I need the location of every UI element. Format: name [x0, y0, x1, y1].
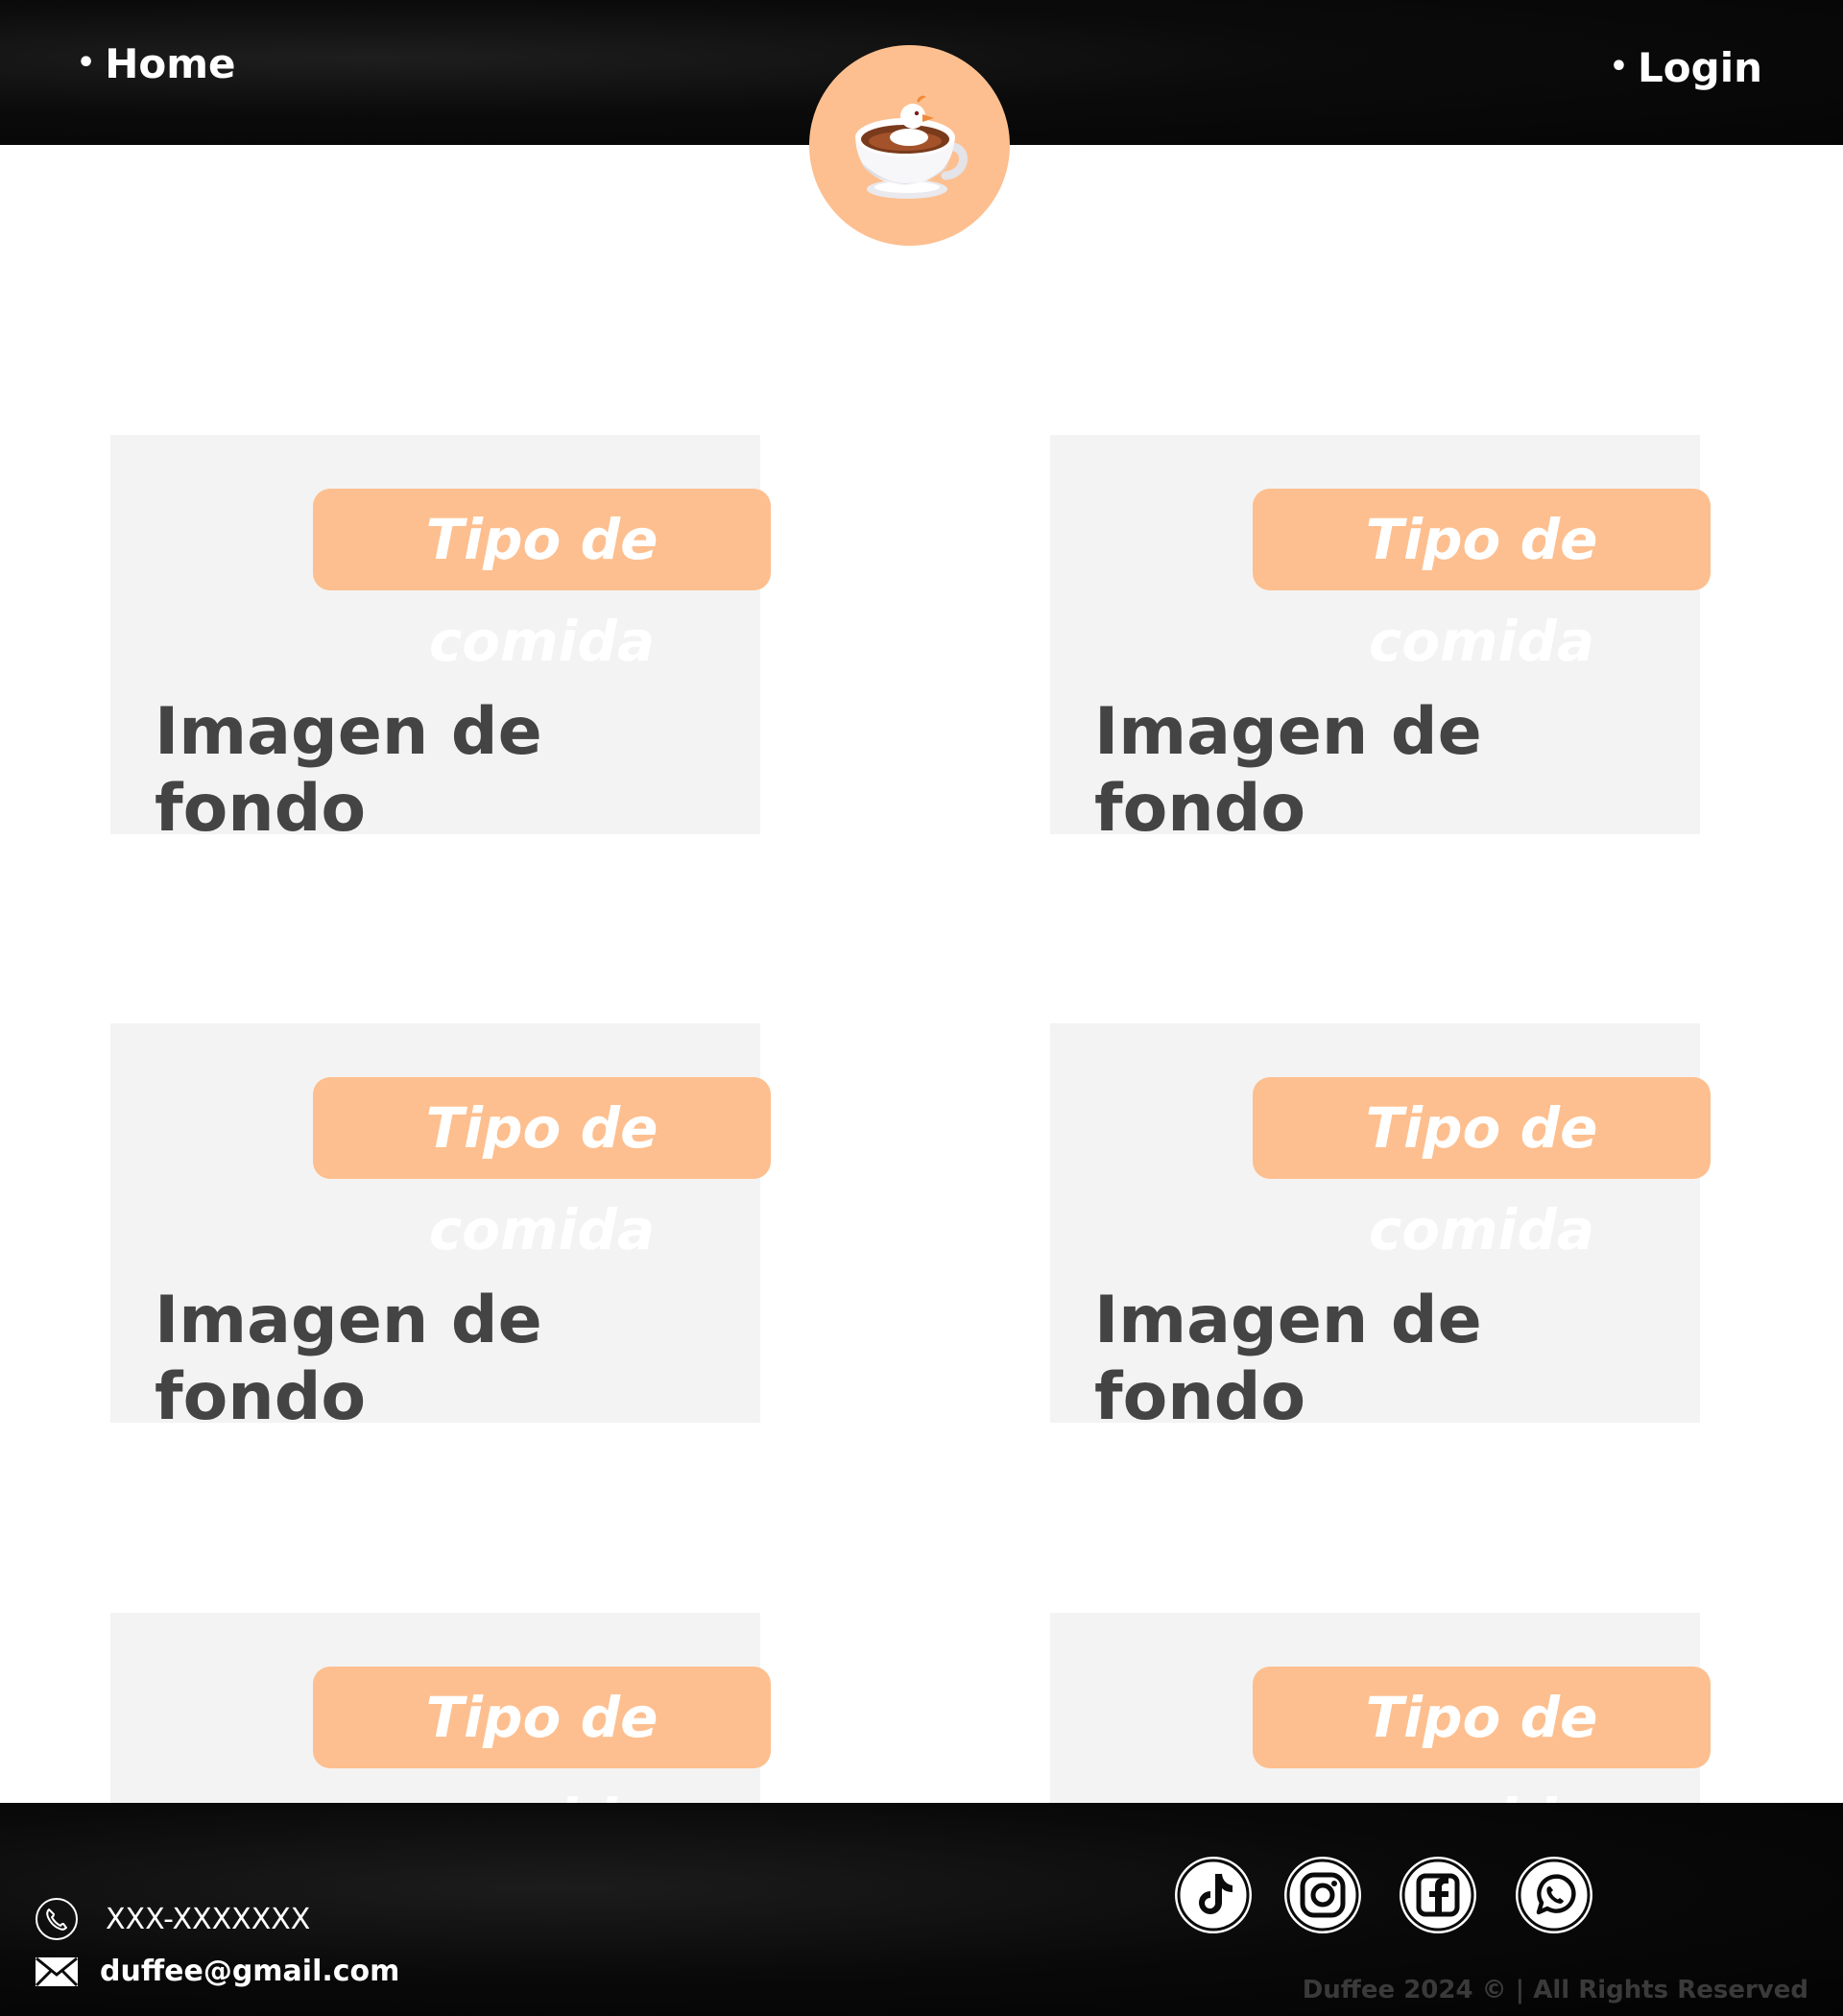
phone-number: XXX-XXXXXXX	[106, 1902, 311, 1936]
instagram-link[interactable]	[1284, 1857, 1361, 1933]
nav-login-link[interactable]: • Login	[1610, 44, 1762, 91]
card-background-caption: Imagen de fondo	[1094, 694, 1482, 847]
nav-home-label: Home	[105, 40, 236, 87]
email-address: duffee@gmail.com	[100, 1955, 400, 1988]
contact-email[interactable]: duffee@gmail.com	[35, 1955, 399, 1988]
copyright-text: Duffee 2024 © | All Rights Reserved	[1302, 1976, 1808, 2004]
food-type-tag[interactable]: Tipo de comida	[1253, 1667, 1711, 1852]
nav-bullet: •	[77, 46, 96, 80]
card-background-caption: Imagen de fondo	[155, 1283, 542, 1435]
nav-bullet: •	[1609, 50, 1629, 84]
whatsapp-link[interactable]	[1516, 1857, 1592, 1933]
phone-icon	[36, 1898, 78, 1940]
food-card[interactable]: Tipo de comida	[1050, 1613, 1711, 1852]
food-type-tag[interactable]: Tipo de comida	[1253, 1077, 1711, 1262]
contact-phone[interactable]: XXX-XXXXXXX	[35, 1897, 310, 1941]
card-background-caption: Imagen de fondo	[1094, 1283, 1482, 1435]
nav-home-link[interactable]: • Home	[77, 40, 235, 87]
card-background-caption: Imagen de fondo	[155, 694, 542, 847]
facebook-link[interactable]	[1400, 1857, 1476, 1933]
food-type-tag[interactable]: Tipo de comida	[1253, 489, 1711, 674]
logo[interactable]	[809, 45, 1010, 246]
food-card[interactable]: Tipo de comida	[110, 1613, 771, 1852]
tiktok-link[interactable]	[1175, 1857, 1252, 1933]
nav-login-label: Login	[1638, 44, 1762, 91]
food-card[interactable]: Tipo de comida Imagen de fondo	[110, 435, 771, 847]
food-type-tag[interactable]: Tipo de comida	[313, 489, 771, 674]
food-card[interactable]: Tipo de comida Imagen de fondo	[110, 1023, 771, 1435]
food-type-tag[interactable]: Tipo de comida	[313, 1667, 771, 1852]
tiktok-icon	[1177, 1859, 1250, 1932]
instagram-icon	[1286, 1859, 1359, 1932]
facebook-icon	[1401, 1859, 1474, 1932]
mail-icon	[35, 1956, 79, 1986]
food-card[interactable]: Tipo de comida Imagen de fondo	[1050, 435, 1711, 847]
food-card[interactable]: Tipo de comida Imagen de fondo	[1050, 1023, 1711, 1435]
food-type-tag[interactable]: Tipo de comida	[313, 1077, 771, 1262]
duck-coffee-cup-icon	[855, 95, 968, 199]
whatsapp-icon	[1518, 1859, 1591, 1932]
footer: XXX-XXXXXXX duffee@gmail.com Duffee 2024…	[0, 1803, 1843, 2016]
